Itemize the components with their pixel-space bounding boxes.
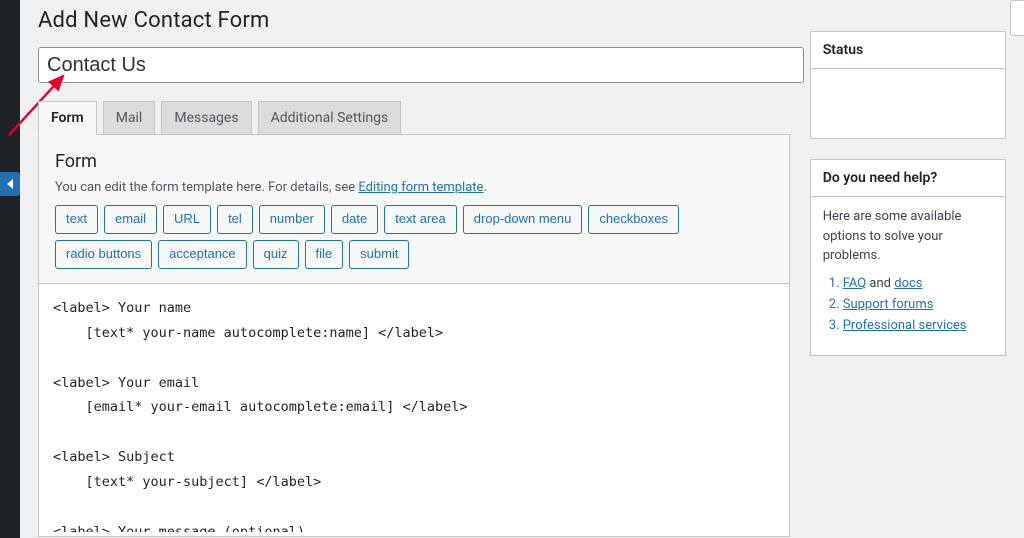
faq-link[interactable]: FAQ xyxy=(843,276,866,291)
tab-form[interactable]: Form xyxy=(38,101,97,135)
hint-prefix: You can edit the form template here. For… xyxy=(55,180,358,195)
form-title-input[interactable] xyxy=(38,47,804,83)
wp-admin-sidebar-collapsed xyxy=(0,0,20,538)
tag-btn-submit[interactable]: submit xyxy=(349,240,409,269)
tag-btn-file[interactable]: file xyxy=(305,240,344,269)
status-body xyxy=(811,69,1005,95)
help-item-pro: Professional services xyxy=(843,318,993,333)
help-mid-0: and xyxy=(866,276,894,291)
tag-btn-tel[interactable]: tel xyxy=(217,205,253,234)
tab-messages[interactable]: Messages xyxy=(161,101,251,134)
tag-btn-email[interactable]: email xyxy=(104,205,157,234)
expand-menu-icon[interactable] xyxy=(0,172,20,196)
help-item-support: Support forums xyxy=(843,297,993,312)
tag-btn-date[interactable]: date xyxy=(331,205,378,234)
help-title: Do you need help? xyxy=(823,170,993,186)
support-forums-link[interactable]: Support forums xyxy=(843,297,934,312)
tag-btn-acceptance[interactable]: acceptance xyxy=(158,240,247,269)
form-panel-heading: Form xyxy=(55,151,773,172)
tag-btn-radio[interactable]: radio buttons xyxy=(55,240,152,269)
page-title: Add New Contact Form xyxy=(38,8,1006,33)
tag-btn-checkboxes[interactable]: checkboxes xyxy=(588,205,679,234)
help-item-faq-docs: FAQ and docs xyxy=(843,276,993,291)
tag-btn-url[interactable]: URL xyxy=(163,205,211,234)
tab-additional-settings[interactable]: Additional Settings xyxy=(258,101,402,134)
tag-generator-buttons: text email URL tel number date text area… xyxy=(55,205,773,283)
form-panel: Form You can edit the form template here… xyxy=(38,134,790,537)
tag-btn-quiz[interactable]: quiz xyxy=(253,240,299,269)
hint-suffix: . xyxy=(483,180,486,195)
tag-btn-text[interactable]: text xyxy=(55,205,98,234)
professional-services-link[interactable]: Professional services xyxy=(843,318,967,333)
tag-btn-dropdown[interactable]: drop-down menu xyxy=(463,205,583,234)
tabs: Form Mail Messages Additional Settings xyxy=(38,101,790,134)
help-text: Here are some available options to solve… xyxy=(823,207,993,266)
status-postbox: Status xyxy=(810,31,1006,139)
status-title: Status xyxy=(823,42,993,58)
editing-template-link[interactable]: Editing form template xyxy=(358,180,483,195)
tag-btn-textarea[interactable]: text area xyxy=(384,205,457,234)
form-template-textarea[interactable] xyxy=(39,284,789,532)
help-links-list: FAQ and docs Support forums Professional… xyxy=(823,276,993,333)
tab-mail[interactable]: Mail xyxy=(103,101,156,134)
docs-link[interactable]: docs xyxy=(894,276,922,291)
tag-btn-number[interactable]: number xyxy=(259,205,325,234)
help-postbox: Do you need help? Here are some availabl… xyxy=(810,159,1006,356)
form-panel-hint: You can edit the form template here. For… xyxy=(55,180,773,195)
